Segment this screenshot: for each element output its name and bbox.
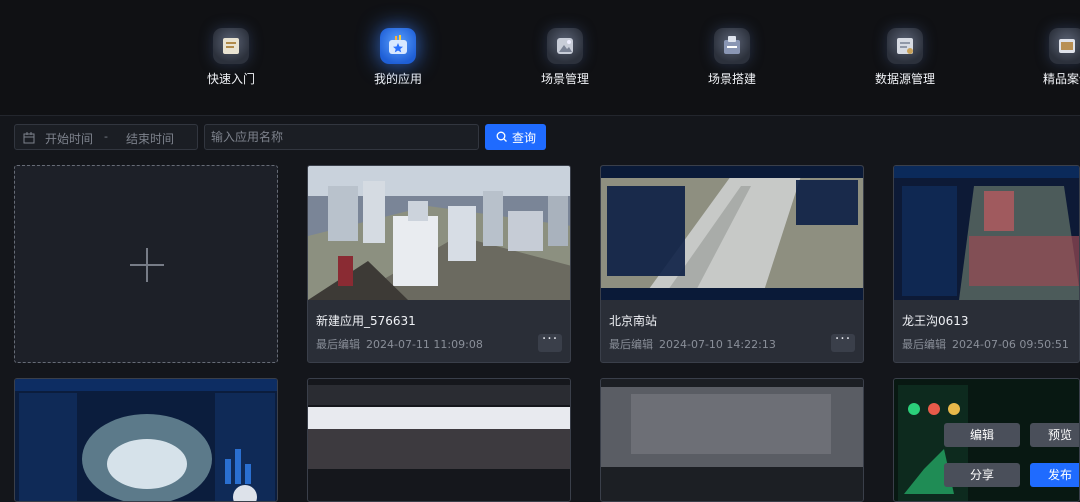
nav-label: 数据源管理 [874,72,935,86]
app-card[interactable]: 北京南站 最后编辑 2024-07-10 14:22:13 ··· [600,165,864,363]
app-name: 龙王沟0613 [902,314,969,328]
last-edited-label: 最后编辑 [316,338,360,351]
end-date-field[interactable]: 结束时间 [126,130,174,147]
date-range-picker[interactable]: 开始时间 - 结束时间 [14,124,198,150]
nav-item-quick-start[interactable]: 快速入门 [176,28,286,87]
more-options-button[interactable]: ··· [538,332,562,352]
app-name-search-input[interactable] [204,124,479,150]
last-edited-time: 2024-07-06 09:50:51 [952,338,1069,351]
nav-label: 场景管理 [540,72,589,86]
nav-item-scene-management[interactable]: 场景管理 [510,28,620,87]
nav-label: 场景搭建 [707,72,756,86]
app-thumbnail[interactable] [308,166,570,300]
app-name: 北京南站 [609,314,658,328]
app-last-edited: 最后编辑 2024-07-10 14:22:13 [609,336,776,352]
app-thumbnail[interactable] [601,166,863,300]
query-button[interactable]: 查询 [485,124,546,150]
quick-start-icon [213,28,249,64]
my-apps-icon [380,28,416,64]
app-thumbnail[interactable] [308,379,570,501]
publish-button[interactable]: 发布 [1030,463,1079,487]
nav-label: 我的应用 [373,72,422,86]
nav-item-datasource-management[interactable]: 数据源管理 [850,28,960,87]
app-card[interactable]: 新建应用_576631 最后编辑 2024-07-11 11:09:08 ··· [307,165,571,363]
app-last-edited: 最后编辑 2024-07-11 11:09:08 [316,336,483,352]
top-navigation: 快速入门 我的应用 场景管理 场景搭建 数据源管理 精品案例 [0,0,1080,116]
search-icon [496,131,507,142]
scene-building-icon [714,28,750,64]
app-last-edited: 最后编辑 2024-07-06 09:50:51 [902,336,1069,352]
nav-item-my-apps[interactable]: 我的应用 [343,28,453,87]
share-button[interactable]: 分享 [944,463,1020,487]
app-thumbnail[interactable] [894,166,1079,300]
app-card[interactable] [600,378,864,502]
app-card[interactable]: 编辑 预览 分享 发布 [893,378,1080,502]
last-edited-time: 2024-07-10 14:22:13 [659,338,776,351]
plus-icon [130,248,164,282]
nav-item-scene-building[interactable]: 场景搭建 [677,28,787,87]
query-button-label: 查询 [512,131,537,145]
date-separator: - [104,130,108,143]
scene-management-icon [547,28,583,64]
last-edited-time: 2024-07-11 11:09:08 [366,338,483,351]
edit-button[interactable]: 编辑 [944,423,1020,447]
last-edited-label: 最后编辑 [902,338,946,351]
nav-label: 精品案例 [1042,72,1080,86]
start-date-field[interactable]: 开始时间 [45,130,93,147]
app-card[interactable] [14,378,278,502]
app-thumbnail[interactable] [601,379,863,501]
app-card[interactable] [307,378,571,502]
more-options-button[interactable]: ··· [831,332,855,352]
app-card[interactable]: 龙王沟0613 最后编辑 2024-07-06 09:50:51 [893,165,1080,363]
calendar-icon [23,132,35,144]
datasource-management-icon [887,28,923,64]
nav-item-showcase[interactable]: 精品案例 [1012,28,1080,87]
app-name: 新建应用_576631 [316,314,416,328]
showcase-icon [1049,28,1080,64]
create-app-card[interactable] [14,165,278,363]
nav-label: 快速入门 [206,72,255,86]
app-thumbnail[interactable] [15,379,277,501]
preview-button[interactable]: 预览 [1030,423,1079,447]
last-edited-label: 最后编辑 [609,338,653,351]
